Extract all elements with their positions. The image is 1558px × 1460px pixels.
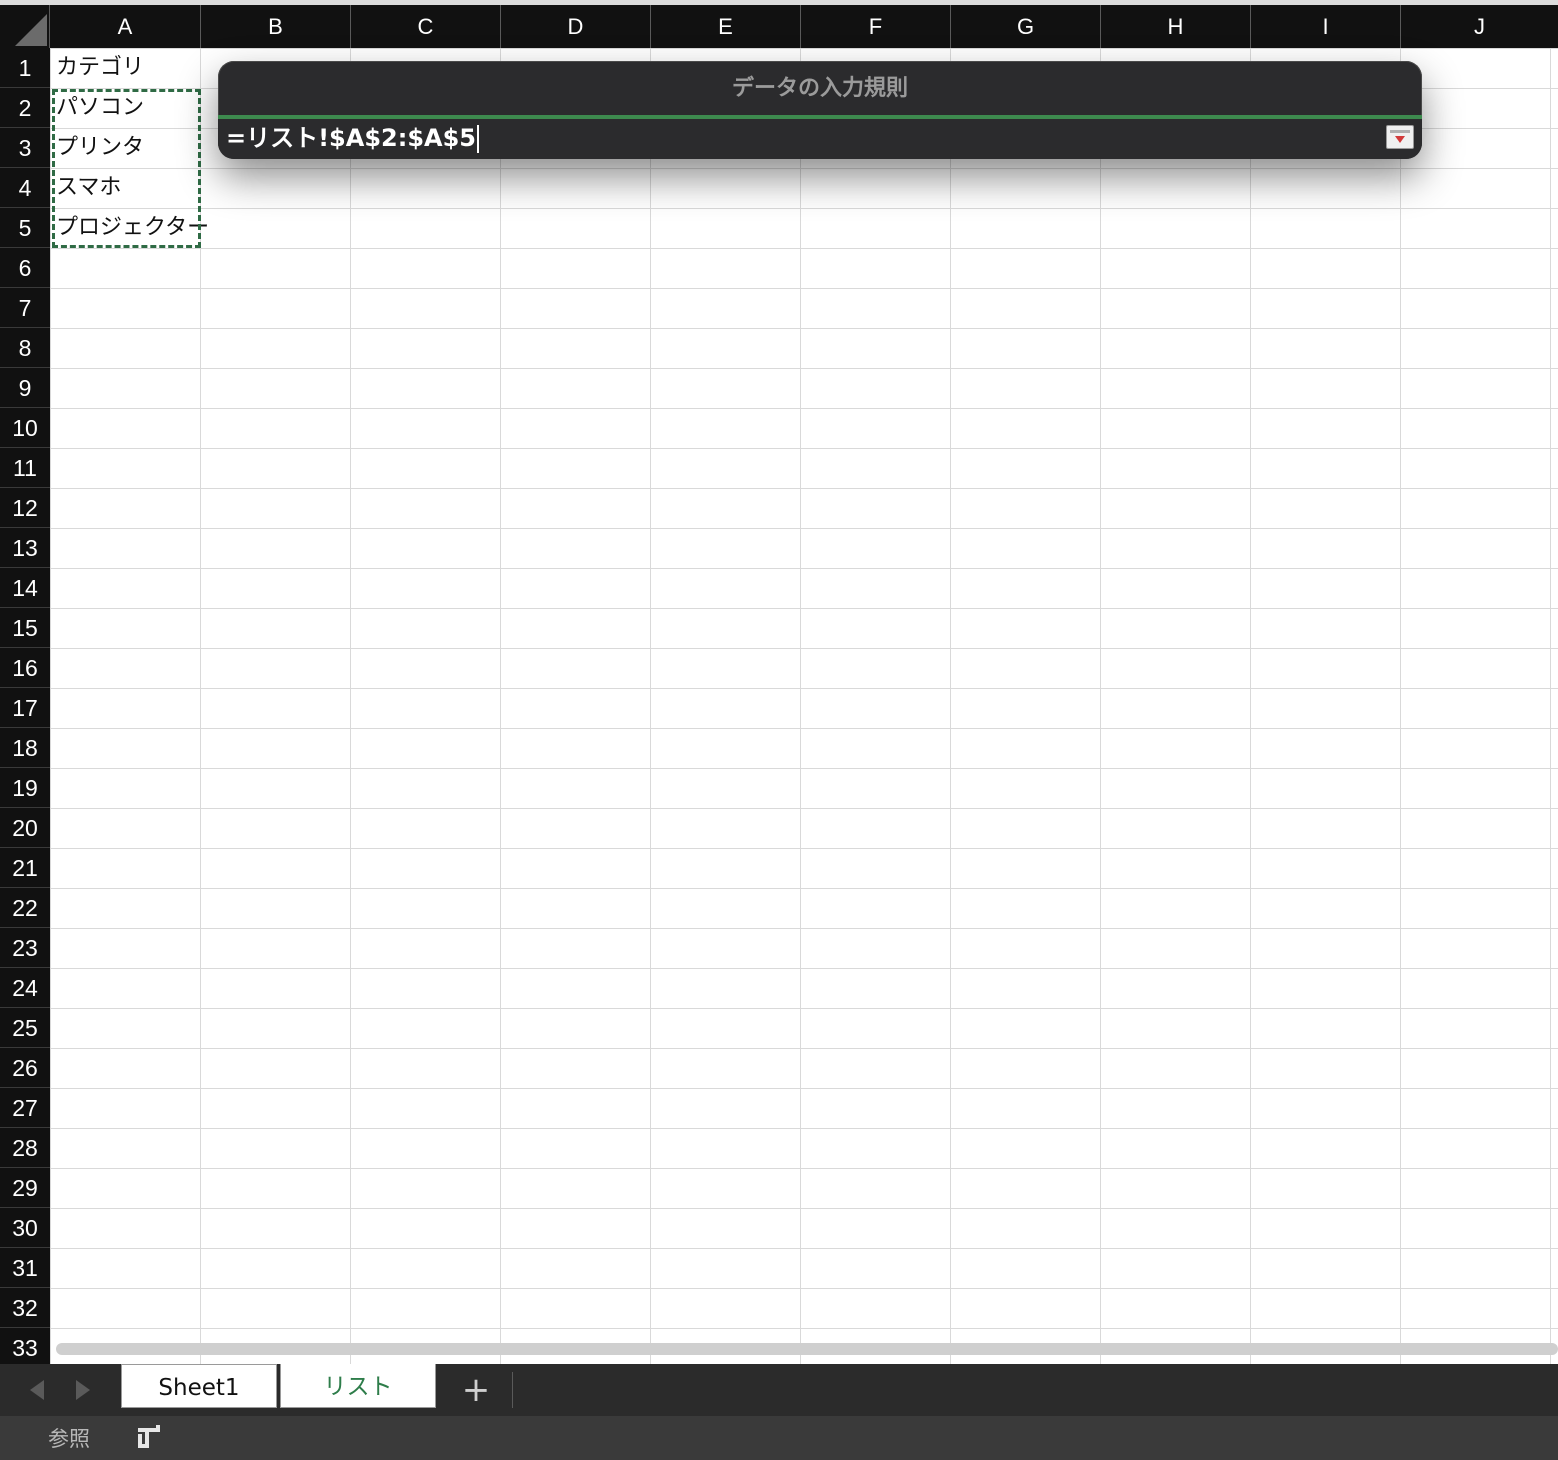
status-bar [0,1416,1558,1460]
column-header-c[interactable]: C [351,5,501,48]
row-header[interactable]: 8 [0,328,50,368]
column-header-h[interactable]: H [1101,5,1251,48]
select-all-triangle-icon [15,14,47,46]
row-header[interactable]: 2 [0,88,50,128]
macro-record-icon[interactable] [132,1422,164,1454]
horizontal-scrollbar[interactable] [56,1343,1558,1355]
row-header[interactable]: 14 [0,568,50,608]
expand-arrow-icon [1395,136,1405,143]
row-header[interactable]: 20 [0,808,50,848]
row-header[interactable]: 15 [0,608,50,648]
row-header[interactable]: 26 [0,1048,50,1088]
row-header[interactable]: 10 [0,408,50,448]
expand-dialog-button[interactable] [1386,125,1414,149]
row-header[interactable]: 7 [0,288,50,328]
row-header[interactable]: 18 [0,728,50,768]
row-header[interactable]: 13 [0,528,50,568]
cell-grid[interactable] [50,48,1558,1364]
status-mode-label: 参照 [48,1427,90,1451]
row-header[interactable]: 11 [0,448,50,488]
reference-input[interactable]: =リスト!$A$2:$A$5 [222,121,1380,155]
tab-divider [512,1372,513,1408]
column-header-j[interactable]: J [1401,5,1558,48]
text-caret [477,125,479,153]
tab-sheet1[interactable]: Sheet1 [121,1364,277,1408]
column-header-a[interactable]: A [50,5,201,48]
column-header-e[interactable]: E [651,5,801,48]
data-validation-dialog[interactable]: データの入力規則 =リスト!$A$2:$A$5 [218,61,1422,159]
select-all-corner[interactable] [0,5,50,48]
row-header[interactable]: 25 [0,1008,50,1048]
add-sheet-button[interactable]: + [460,1372,492,1408]
row-header[interactable]: 9 [0,368,50,408]
row-header[interactable]: 12 [0,488,50,528]
row-header[interactable]: 32 [0,1288,50,1328]
row-header[interactable]: 1 [0,48,50,88]
row-header[interactable]: 27 [0,1088,50,1128]
row-header[interactable]: 19 [0,768,50,808]
column-header-g[interactable]: G [951,5,1101,48]
row-header[interactable]: 23 [0,928,50,968]
tab-list[interactable]: リスト [280,1364,436,1408]
row-header[interactable]: 22 [0,888,50,928]
row-header[interactable]: 33 [0,1328,50,1368]
row-header[interactable]: 31 [0,1248,50,1288]
row-header[interactable]: 3 [0,128,50,168]
expand-bar-icon [1390,130,1410,133]
row-header[interactable]: 29 [0,1168,50,1208]
column-header-b[interactable]: B [201,5,351,48]
spreadsheet-window: A B C D E F G H I J 1 2 3 4 5 6 7 8 9 10… [0,0,1558,1460]
row-header[interactable]: 5 [0,208,50,248]
range-selection-marquee [52,89,201,248]
column-header-i[interactable]: I [1251,5,1401,48]
reference-field[interactable]: =リスト!$A$2:$A$5 [218,115,1422,159]
row-header[interactable]: 28 [0,1128,50,1168]
next-sheet-arrow-icon[interactable] [76,1380,90,1400]
row-header[interactable]: 16 [0,648,50,688]
cell-a1[interactable]: カテゴリ [56,48,144,88]
column-header-f[interactable]: F [801,5,951,48]
row-header[interactable]: 17 [0,688,50,728]
dialog-title: データの入力規則 [731,76,908,101]
row-header[interactable]: 30 [0,1208,50,1248]
row-header[interactable]: 21 [0,848,50,888]
column-header-d[interactable]: D [501,5,651,48]
row-header[interactable]: 24 [0,968,50,1008]
row-header[interactable]: 6 [0,248,50,288]
reference-input-value: =リスト!$A$2:$A$5 [226,124,476,152]
row-header[interactable]: 4 [0,168,50,208]
prev-sheet-arrow-icon[interactable] [30,1380,44,1400]
row-header-bar: 1 2 3 4 5 6 7 8 9 10 11 12 13 14 15 16 1… [0,48,50,1364]
